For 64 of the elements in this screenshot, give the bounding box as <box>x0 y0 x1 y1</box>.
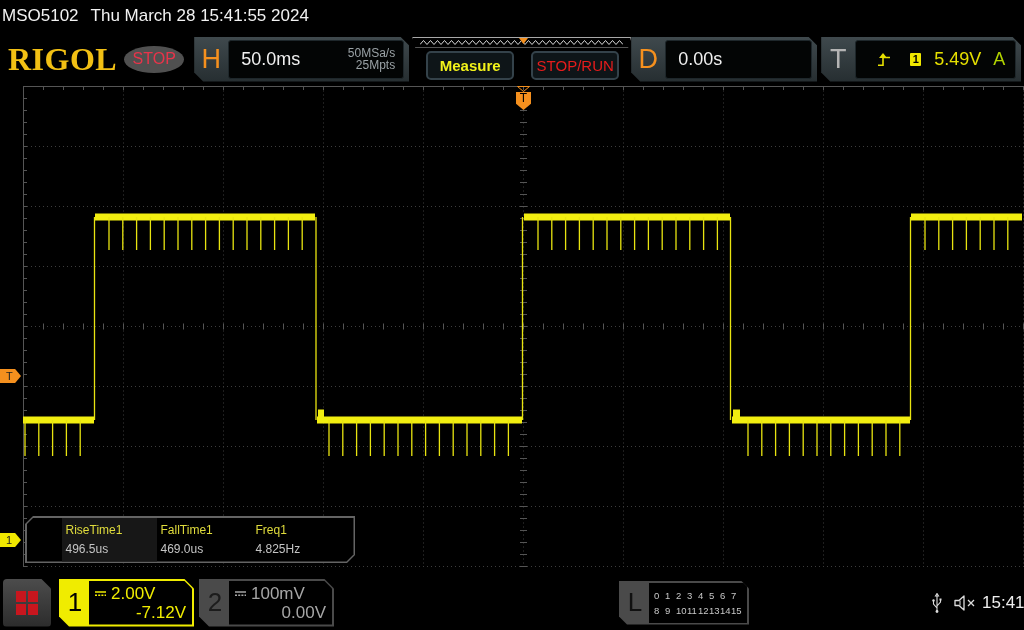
memory-depth: 25Mpts <box>355 59 396 71</box>
measurement-value: 4.825Hz <box>255 542 302 556</box>
trigger-mode: A <box>993 48 1006 70</box>
digital-channel-number: 7 <box>731 589 738 601</box>
digital-channel-number: 12 <box>698 604 709 616</box>
trigger-label: T <box>828 45 848 73</box>
digital-channel-number: 9 <box>665 604 672 616</box>
channel-panel[interactable]: 1 2.00V -7.12V <box>59 578 194 627</box>
digital-channel-number: 14 <box>720 604 731 616</box>
main-menu-button[interactable] <box>3 578 51 627</box>
speaker-muted-icon <box>954 594 976 611</box>
triangle-outline-icon <box>517 86 530 92</box>
dc-coupling-icon <box>235 590 246 596</box>
delay-value: 0.00s <box>678 48 723 70</box>
measurement-name: FallTime1 <box>160 523 214 537</box>
triangle-icon <box>519 37 529 44</box>
channel-offset-marker[interactable]: 1 <box>0 533 21 547</box>
toolbar-button[interactable]: STOP/RUN <box>531 50 620 80</box>
trigger-panel[interactable]: T 1 5.49V A <box>821 36 1022 82</box>
trigger-level-value: 5.49V <box>934 48 982 70</box>
timebase-value: 50.0ms <box>241 48 301 70</box>
sample-rate: 50MSa/s <box>347 47 396 59</box>
toolbar-button[interactable]: Measure <box>426 50 515 80</box>
measurement-item[interactable]: FallTime1 469.0us <box>156 517 252 562</box>
rising-edge-icon <box>878 52 891 66</box>
clock-time: 15:41 <box>982 592 1024 613</box>
delay-panel[interactable]: D 0.00s <box>631 36 818 82</box>
brand-logo: RIGOL <box>8 43 118 75</box>
usb-icon <box>932 592 942 613</box>
dc-coupling-icon <box>95 590 106 596</box>
date-time: Thu March 28 15:41:55 2024 <box>90 6 309 26</box>
measurement-name: RiseTime1 <box>65 523 124 537</box>
grid-icon <box>16 590 38 615</box>
horizontal-panel[interactable]: H 50.0ms 50MSa/s 25Mpts <box>194 36 410 82</box>
digital-channel-number: 10 <box>676 604 687 616</box>
delay-label: D <box>637 45 659 73</box>
measurement-value: 496.5us <box>65 542 110 556</box>
digital-channel-number: 2 <box>676 589 683 601</box>
trigger-source: 1 <box>910 52 922 66</box>
vertical-scale-value: 100mV <box>251 583 305 603</box>
digital-channel-number: 3 <box>687 589 694 601</box>
vertical-offset-value: -7.12V <box>135 602 186 622</box>
vertical-scale-value: 2.00V <box>111 583 156 603</box>
logic-channel-panel[interactable]: L 0 1 2 3 4 5 6 7 8 9 101112131415 <box>619 580 749 625</box>
digital-channel-number: 6 <box>720 589 727 601</box>
measurement-value: 469.0us <box>160 542 205 556</box>
measurement-name: Freq1 <box>255 523 288 537</box>
digital-channel-number: 0 <box>654 589 661 601</box>
digital-channel-number: 13 <box>709 604 720 616</box>
trigger-position-marker[interactable]: T <box>516 92 531 110</box>
measurement-item[interactable]: RiseTime1 496.5us <box>61 517 157 562</box>
channel-number: 1 <box>66 586 84 619</box>
horizontal-label: H <box>200 45 222 73</box>
measurement-item[interactable]: Freq1 4.825Hz <box>251 517 347 562</box>
model-name: MSO5102 <box>2 6 79 26</box>
digital-channel-number: 8 <box>654 604 661 616</box>
vertical-offset-value: 0.00V <box>281 602 326 622</box>
digital-channel-number: 4 <box>698 589 705 601</box>
digital-channel-number: 11 <box>687 604 698 616</box>
digital-channel-number: 15 <box>731 604 742 616</box>
logic-label: L <box>626 586 644 619</box>
digital-channel-number: 1 <box>665 589 672 601</box>
digital-channel-number: 5 <box>709 589 716 601</box>
trigger-level-marker[interactable]: T <box>0 369 21 383</box>
